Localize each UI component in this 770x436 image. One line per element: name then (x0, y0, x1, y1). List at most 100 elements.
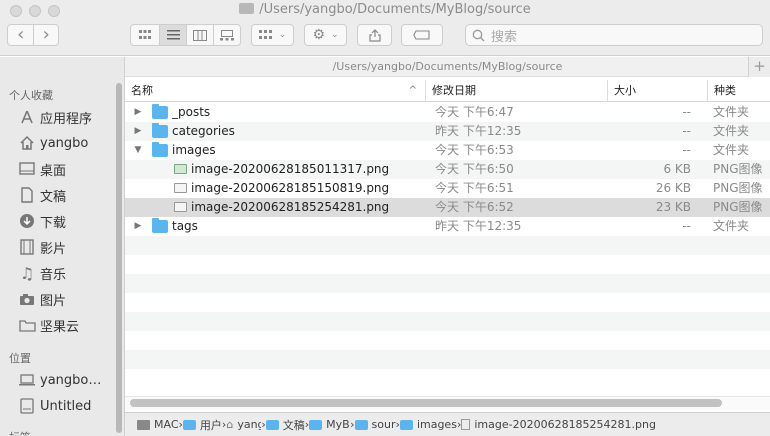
file-name: _posts (172, 105, 211, 119)
group-by-button[interactable]: ⌄ (251, 24, 294, 46)
gallery-view-button[interactable] (213, 25, 240, 45)
sidebar-item-documents[interactable]: 文稿 (18, 184, 66, 206)
table-row[interactable]: image-20200628185150819.png 今天 下午6:51 26 K… (125, 179, 770, 198)
tags-button[interactable] (401, 24, 443, 46)
laptop-icon (18, 371, 36, 389)
file-name: images (172, 143, 216, 157)
sidebar-item-untitled[interactable]: Untitled (18, 395, 91, 417)
empty-row (125, 331, 770, 350)
plus-icon: + (753, 57, 766, 75)
file-date: 今天 下午6:51 (435, 181, 514, 195)
sidebar-item-label: 下载 (40, 215, 67, 231)
empty-row (125, 274, 770, 293)
sidebar-item-home[interactable]: yangbo (18, 132, 88, 154)
path-crumb-label: images (416, 418, 457, 431)
sidebar-item-label: yangbo (40, 135, 89, 151)
locations-heading: 位置 (9, 352, 31, 365)
window-title-text: /Users/yangbo/Documents/MyBlog/source (259, 2, 531, 17)
path-crumb[interactable]: images (399, 418, 457, 431)
movies-icon (18, 238, 36, 256)
folder-icon (152, 218, 168, 233)
column-header-label: 名称 (131, 84, 153, 97)
folder-icon (152, 104, 168, 119)
path-crumb[interactable]: sourc (354, 418, 396, 431)
path-crumb[interactable]: image-20200628185254281.png (461, 418, 656, 431)
chevron-down-icon: ⌄ (278, 30, 287, 40)
path-crumb-label: yangt (237, 418, 261, 431)
list-view-button[interactable] (159, 25, 186, 45)
file-size: 26 KB (655, 181, 691, 195)
sidebar-item-desktop[interactable]: 桌面 (18, 158, 66, 180)
column-header-name[interactable]: 名称 ^ (125, 80, 425, 101)
disclosure-collapsed-icon[interactable]: ▶ (133, 122, 143, 141)
path-crumb[interactable]: 用户 (182, 417, 222, 433)
folder-icon (18, 316, 36, 334)
column-header-kind[interactable]: 种类 (707, 80, 770, 101)
back-icon: ‹ (17, 24, 25, 45)
png-file-icon (174, 164, 187, 174)
sort-ascending-icon: ^ (408, 85, 417, 96)
column-header-row: 名称 ^ 修改日期 大小 种类 (125, 80, 770, 102)
file-kind: PNG图像 (713, 200, 763, 214)
sidebar-item-label: 图片 (40, 293, 67, 309)
table-row[interactable]: ▼ images 今天 下午6:53 -- 文件夹 (125, 141, 770, 160)
file-date: 今天 下午6:50 (435, 162, 514, 176)
action-menu-button[interactable]: ⚙ ⌄ (304, 24, 347, 46)
folder-icon (239, 3, 255, 14)
sidebar-item-mac[interactable]: yangbo… (18, 369, 101, 391)
table-row[interactable]: ▶ tags 昨天 下午12:35 -- 文件夹 (125, 217, 770, 236)
folder-icon (182, 419, 196, 430)
tag-icon (413, 30, 430, 40)
sidebar-item-downloads[interactable]: 下载 (18, 210, 66, 232)
sidebar-item-music[interactable]: ♫ 音乐 (18, 262, 66, 284)
file-size: 6 KB (663, 162, 691, 176)
back-button[interactable]: ‹ (8, 25, 33, 45)
column-header-size[interactable]: 大小 (607, 80, 707, 101)
sidebar-item-pictures[interactable]: 图片 (18, 288, 66, 310)
disclosure-expanded-icon[interactable]: ▼ (133, 141, 143, 160)
sidebar-item-nutstore[interactable]: 坚果云 (18, 314, 79, 336)
path-crumb[interactable]: MyBl (309, 418, 350, 431)
column-view-button[interactable] (186, 25, 213, 45)
empty-row (125, 312, 770, 331)
sidebar-item-label: Untitled (40, 398, 92, 414)
icon-view-button[interactable] (131, 25, 159, 45)
favorites-heading: 个人收藏 (9, 89, 53, 102)
share-button[interactable] (357, 24, 392, 46)
pictures-icon (18, 290, 36, 308)
empty-row (125, 369, 770, 388)
file-kind: PNG图像 (713, 162, 763, 176)
tags-heading-partial: 标签 (9, 429, 31, 435)
path-crumb[interactable]: MAC (137, 418, 179, 431)
table-row[interactable]: image-20200628185011317.png 今天 下午6:50 6 KB… (125, 160, 770, 179)
status-path-bar: MAC›用户›⌂yangt›文稿›MyBl›sourc›images›image… (125, 412, 770, 436)
music-icon: ♫ (19, 263, 35, 283)
grid-view-icon (139, 30, 151, 39)
sidebar-item-movies[interactable]: 影片 (18, 236, 66, 258)
table-row[interactable]: image-20200628185254281.png 今天 下午6:52 23 K… (125, 198, 770, 217)
horizontal-scrollbar[interactable] (130, 399, 722, 407)
forward-button[interactable]: › (33, 25, 58, 45)
file-date: 昨天 下午12:35 (435, 124, 522, 138)
window-title: /Users/yangbo/Documents/MyBlog/source (0, 2, 770, 17)
column-header-date[interactable]: 修改日期 (425, 80, 607, 101)
add-tab-button[interactable]: + (748, 57, 770, 77)
sidebar-item-applications[interactable]: 应用程序 (18, 106, 92, 128)
view-mode-segment (130, 24, 241, 46)
disclosure-collapsed-icon[interactable]: ▶ (133, 103, 143, 122)
table-row[interactable]: ▶ categories 昨天 下午12:35 -- 文件夹 (125, 122, 770, 141)
file-name: image-20200628185011317.png (191, 162, 390, 176)
path-crumb[interactable]: 文稿 (265, 417, 305, 433)
table-row[interactable]: ▶ _posts 今天 下午6:47 -- 文件夹 (125, 103, 770, 122)
file-name: image-20200628185254281.png (191, 200, 390, 214)
disclosure-collapsed-icon[interactable]: ▶ (133, 217, 143, 236)
column-header-label: 修改日期 (432, 84, 476, 97)
path-crumb-label: 文稿 (282, 418, 305, 432)
path-crumb-label: 用户 (199, 418, 222, 432)
folder-icon (152, 123, 168, 138)
path-crumb[interactable]: ⌂yangt (226, 418, 261, 431)
sidebar-scrollbar[interactable] (116, 83, 122, 433)
file-kind: 文件夹 (713, 219, 750, 233)
search-field[interactable]: 搜索 (465, 24, 763, 46)
path-crumb-label: MAC (154, 418, 179, 431)
